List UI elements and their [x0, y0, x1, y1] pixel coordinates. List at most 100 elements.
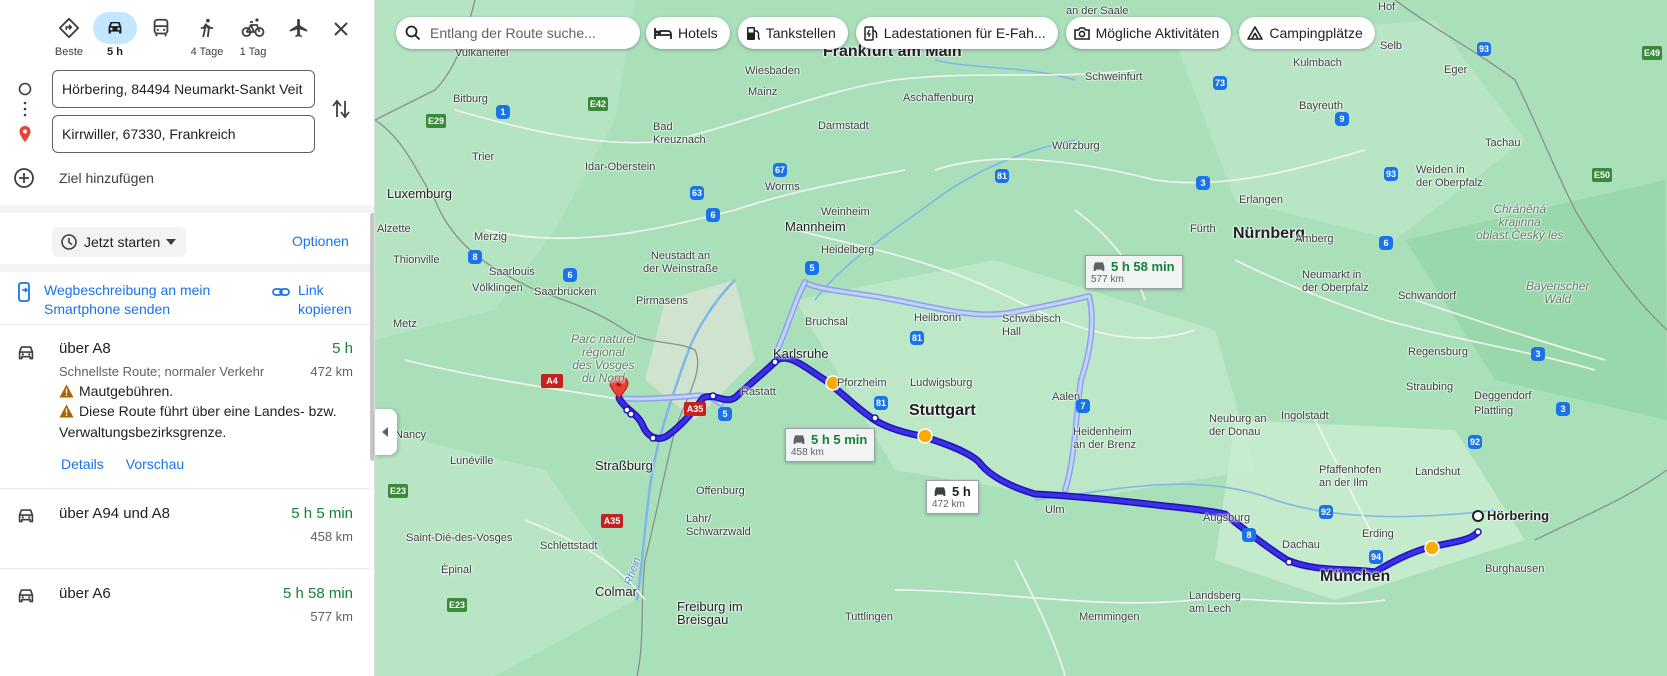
place-label: Saarlouis	[489, 266, 535, 278]
route-dots-icon	[23, 101, 27, 117]
place-label: Luxemburg	[387, 186, 453, 201]
place-label: Wiesbaden	[745, 65, 801, 77]
place-label: Thionville	[393, 254, 440, 266]
chip-hotels[interactable]: Hotels	[646, 17, 730, 49]
place-label: Rastatt	[741, 386, 776, 398]
send-to-phone-button[interactable]: Wegbeschreibung an mein Smartphone sende…	[14, 281, 229, 319]
map-canvas[interactable]: Frankfurt am Main Stuttgart München Nürn…	[375, 0, 1667, 676]
place-label: Dachau	[1282, 539, 1320, 551]
route-time-box-alt1[interactable]: 5 h 5 min 458 km	[785, 428, 876, 462]
place-label: Mainz	[748, 86, 778, 98]
place-label: Bitburg	[453, 93, 488, 105]
chip-camping[interactable]: Campingplätze	[1239, 17, 1375, 49]
place-label: Aschaffenburg	[903, 92, 974, 104]
place-label: Landsberg am Lech	[1189, 590, 1241, 615]
chip-activities[interactable]: Mögliche Aktivitäten	[1065, 17, 1232, 49]
place-label: Darmstadt	[818, 120, 869, 132]
route-time: 5 h 5 min	[291, 505, 353, 522]
close-directions-button[interactable]	[328, 16, 354, 42]
highway-shield-icon: 67	[773, 163, 787, 177]
warning-icon	[59, 404, 74, 418]
route-time-box-alt2[interactable]: 5 h 58 min 577 km	[1085, 255, 1183, 289]
route-option-a6[interactable]: über A6 5 h 58 min 577 km	[0, 569, 370, 676]
mode-label: Beste	[54, 46, 84, 58]
swap-waypoints-button[interactable]	[331, 97, 351, 126]
hotel-icon	[654, 28, 672, 39]
place-label: Landshut	[1415, 466, 1461, 478]
maps-app: Beste 5 h 4 Tage 1 Tag Hörbering, 84494 …	[0, 0, 1667, 676]
mode-best[interactable]: Beste	[46, 12, 92, 59]
route-time: 5 h	[332, 340, 353, 357]
car-icon	[18, 509, 34, 523]
place-label: Schwandorf	[1398, 290, 1457, 302]
directions-panel: Beste 5 h 4 Tage 1 Tag Hörbering, 84494 …	[0, 0, 375, 676]
chip-ev-chargers[interactable]: Ladestationen für E-Fah...	[855, 17, 1058, 49]
warning-icon	[59, 384, 74, 398]
copy-link-button[interactable]: Link kopieren	[272, 281, 358, 319]
mode-car[interactable]: 5 h	[92, 12, 138, 59]
chip-label: Ladestationen für E-Fah...	[883, 25, 1046, 41]
place-label: Épinal	[441, 564, 472, 576]
destination-pin-icon	[19, 126, 31, 142]
highway-shield-icon: 3	[1556, 402, 1570, 416]
highway-shield-icon: 3	[1531, 347, 1545, 361]
chevron-left-icon	[382, 427, 388, 437]
highway-shield-icon: 81	[995, 169, 1009, 183]
swap-icon	[332, 99, 350, 119]
details-link[interactable]: Details	[61, 456, 104, 472]
highway-shield-icon: 93	[1477, 42, 1491, 56]
highway-shield-icon: 5	[805, 261, 819, 275]
section-divider	[0, 264, 374, 272]
route-distance: 472 km	[310, 364, 353, 379]
chip-gas-stations[interactable]: Tankstellen	[737, 17, 848, 49]
mode-transit[interactable]	[138, 12, 184, 59]
route-time-box-main[interactable]: 5 h 472 km	[926, 480, 979, 514]
depart-time-dropdown[interactable]: Jetzt starten	[52, 227, 187, 257]
place-label: Stuttgart	[909, 402, 976, 419]
place-label: Hof	[1378, 1, 1396, 13]
origin-input[interactable]	[52, 70, 315, 108]
section-divider	[0, 205, 374, 213]
mode-walking[interactable]: 4 Tage	[184, 12, 230, 59]
place-label: Selb	[1380, 40, 1403, 52]
highway-shield-icon: A35	[684, 402, 706, 416]
collapse-panel-button[interactable]	[375, 409, 397, 455]
place-label: Parc naturel régional des Vosges du Nord	[571, 332, 636, 385]
car-icon	[1093, 261, 1105, 271]
search-icon	[405, 25, 421, 41]
camping-icon	[1247, 26, 1264, 40]
mode-bicycle[interactable]: 1 Tag	[230, 12, 276, 59]
highway-shield-icon: 3	[1196, 176, 1210, 190]
place-label: München	[1320, 568, 1391, 585]
close-icon	[334, 22, 348, 36]
place-label: Straubing	[1406, 381, 1454, 393]
highway-shield-icon: 92	[1319, 505, 1333, 519]
route-time: 5 h 58 min	[282, 585, 353, 602]
highway-shield-icon: 73	[1213, 76, 1227, 90]
place-label: Erding	[1362, 528, 1394, 540]
add-destination-button[interactable]: Ziel hinzufügen	[12, 166, 154, 190]
route-title: über A94 und A8	[59, 505, 170, 522]
mode-flight[interactable]	[276, 12, 322, 59]
place-label: Weiden in der Oberpfalz	[1416, 164, 1483, 189]
flight-icon	[289, 18, 308, 38]
place-label: Regensburg	[1408, 346, 1468, 358]
preview-link[interactable]: Vorschau	[126, 456, 184, 472]
highway-shield-icon: E42	[588, 97, 608, 111]
highway-shield-icon: 9	[1335, 112, 1349, 126]
destination-input[interactable]	[52, 115, 315, 153]
place-label: Burghausen	[1485, 563, 1545, 575]
place-label: Heilbronn	[914, 312, 962, 324]
place-label: Schwäbisch Hall	[1002, 313, 1061, 338]
place-label: Schlettstadt	[540, 540, 598, 552]
route-search-bar[interactable]: Entlang der Route suche...	[396, 17, 640, 49]
route-option-a94-a8[interactable]: über A94 und A8 5 h 5 min 458 km	[0, 489, 370, 568]
chip-label: Campingplätze	[1269, 25, 1363, 41]
place-label: Nancy	[395, 429, 427, 441]
place-label: Chráněná krajinná oblast Český les	[1476, 202, 1564, 242]
place-label: Heidenheim an der Brenz	[1073, 426, 1136, 451]
place-label: Eger	[1444, 64, 1468, 76]
options-link[interactable]: Optionen	[292, 233, 349, 249]
place-label: Augsburg	[1203, 512, 1251, 524]
route-time: 5 h 58 min	[1111, 259, 1175, 274]
